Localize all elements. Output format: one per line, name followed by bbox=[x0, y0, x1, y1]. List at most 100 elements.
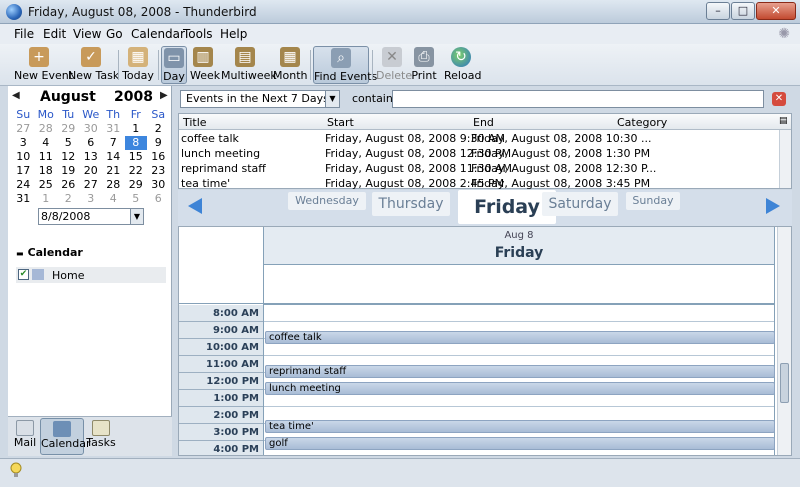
minicalendar-day[interactable]: 31 bbox=[12, 192, 35, 206]
column-end[interactable]: End bbox=[473, 116, 494, 129]
column-category[interactable]: Category bbox=[617, 116, 667, 129]
calendar-event[interactable]: tea time' bbox=[265, 420, 775, 433]
minicalendar-day[interactable]: 11 bbox=[35, 150, 58, 164]
minicalendar-day[interactable]: 2 bbox=[57, 192, 80, 206]
day-view-button[interactable]: ▭ Day bbox=[161, 46, 187, 84]
month-view-button[interactable]: ▦ Month bbox=[273, 46, 307, 84]
calendar-mode-button[interactable]: Calendar bbox=[40, 418, 90, 455]
prev-month-button[interactable]: ◀ bbox=[12, 90, 20, 101]
tasks-mode-button[interactable]: Tasks bbox=[86, 418, 116, 455]
menu-go[interactable]: Go bbox=[106, 27, 123, 41]
minimize-button[interactable]: – bbox=[706, 2, 730, 20]
minicalendar-day[interactable]: 30 bbox=[80, 122, 103, 136]
calendar-event[interactable]: reprimand staff bbox=[265, 365, 775, 378]
print-button[interactable]: ⎙ Print bbox=[411, 46, 437, 84]
maximize-button[interactable]: □ bbox=[731, 2, 755, 20]
minicalendar-day[interactable]: 16 bbox=[147, 150, 170, 164]
menu-edit[interactable]: Edit bbox=[43, 27, 66, 41]
day-time-grid[interactable] bbox=[263, 305, 775, 455]
minicalendar-day[interactable]: 22 bbox=[125, 164, 148, 178]
menu-help[interactable]: Help bbox=[220, 27, 247, 41]
minicalendar-day[interactable]: 21 bbox=[102, 164, 125, 178]
minicalendar-day[interactable]: 30 bbox=[147, 178, 170, 192]
event-list-row[interactable]: tea time' Friday, August 08, 2008 2:45 P… bbox=[179, 176, 779, 191]
minicalendar-day[interactable]: 9 bbox=[147, 136, 170, 150]
minicalendar-day[interactable]: 6 bbox=[147, 192, 170, 206]
minicalendar-day[interactable]: 15 bbox=[125, 150, 148, 164]
event-search-input[interactable] bbox=[392, 90, 764, 108]
collapse-twisty-icon[interactable]: ▬ bbox=[16, 249, 24, 258]
minicalendar-day[interactable]: 26 bbox=[57, 178, 80, 192]
minicalendar-day[interactable]: 29 bbox=[125, 178, 148, 192]
multiweek-view-button[interactable]: ▤ Multiweek bbox=[221, 46, 277, 84]
minicalendar-day[interactable]: 1 bbox=[35, 192, 58, 206]
next-month-button[interactable]: ▶ bbox=[160, 90, 168, 101]
minicalendar-day[interactable]: 28 bbox=[102, 178, 125, 192]
minicalendar-day[interactable]: 10 bbox=[12, 150, 35, 164]
day-tab-saturday[interactable]: Saturday bbox=[542, 192, 618, 216]
minicalendar-day[interactable]: 20 bbox=[80, 164, 103, 178]
minicalendar-day[interactable]: 17 bbox=[12, 164, 35, 178]
calendar-event[interactable]: golf bbox=[265, 437, 775, 450]
previous-day-arrow-icon[interactable] bbox=[188, 198, 202, 214]
day-tab-thursday[interactable]: Thursday bbox=[372, 192, 450, 216]
close-button[interactable]: ✕ bbox=[756, 2, 796, 20]
new-event-button[interactable]: + New Event bbox=[14, 46, 73, 84]
minicalendar-day[interactable]: 24 bbox=[12, 178, 35, 192]
day-tab-wednesday[interactable]: Wednesday bbox=[288, 192, 366, 210]
minicalendar-day[interactable]: 13 bbox=[80, 150, 103, 164]
column-title[interactable]: Title bbox=[183, 116, 207, 129]
minicalendar-day[interactable]: 27 bbox=[12, 122, 35, 136]
event-list-row[interactable]: coffee talk Friday, August 08, 2008 9:30… bbox=[179, 131, 779, 146]
new-task-button[interactable]: ✓ New Task bbox=[68, 46, 119, 84]
event-list-row[interactable]: lunch meeting Friday, August 08, 2008 12… bbox=[179, 146, 779, 161]
minicalendar-day[interactable]: 3 bbox=[12, 136, 35, 150]
clear-search-icon[interactable]: ✕ bbox=[772, 92, 786, 106]
delete-button[interactable]: ✕ Delete bbox=[376, 46, 412, 84]
date-field[interactable]: 8/8/2008 ▼ bbox=[38, 208, 144, 225]
minicalendar-day[interactable]: 23 bbox=[147, 164, 170, 178]
column-picker-icon[interactable]: ▤ bbox=[779, 116, 788, 126]
event-filter-select[interactable]: Events in the Next 7 Days ▼ bbox=[180, 90, 340, 108]
minicalendar-day[interactable]: 31 bbox=[102, 122, 125, 136]
calendar-home-checkbox[interactable]: ✔ bbox=[18, 269, 29, 280]
menu-view[interactable]: View bbox=[73, 27, 101, 41]
minicalendar-day[interactable]: 4 bbox=[102, 192, 125, 206]
today-button[interactable]: ▦ Today bbox=[122, 46, 154, 84]
calendar-event[interactable]: coffee talk bbox=[265, 331, 775, 344]
minicalendar-day[interactable]: 6 bbox=[80, 136, 103, 150]
reload-button[interactable]: ↻ Reload bbox=[444, 46, 481, 84]
menu-file[interactable]: File bbox=[14, 27, 34, 41]
minicalendar-day[interactable]: 5 bbox=[57, 136, 80, 150]
minicalendar-day[interactable]: 12 bbox=[57, 150, 80, 164]
menu-tools[interactable]: Tools bbox=[183, 27, 213, 41]
minicalendar-day[interactable]: 14 bbox=[102, 150, 125, 164]
event-list-scrollbar[interactable] bbox=[779, 130, 791, 188]
week-view-button[interactable]: ▥ Week bbox=[190, 46, 220, 84]
next-day-arrow-icon[interactable] bbox=[766, 198, 780, 214]
minicalendar-day[interactable]: 27 bbox=[80, 178, 103, 192]
minicalendar-day[interactable]: 4 bbox=[35, 136, 58, 150]
minicalendar-day[interactable]: 8 bbox=[124, 136, 147, 150]
minicalendar-day[interactable]: 29 bbox=[57, 122, 80, 136]
minicalendar-day[interactable]: 1 bbox=[125, 122, 148, 136]
calendar-list-heading[interactable]: ▬ Calendar bbox=[16, 246, 83, 259]
menu-calendar[interactable]: Calendar bbox=[131, 27, 185, 41]
minicalendar-day[interactable]: 25 bbox=[35, 178, 58, 192]
minicalendar-day[interactable]: 5 bbox=[125, 192, 148, 206]
scrollbar-thumb[interactable] bbox=[780, 363, 789, 403]
event-list-row[interactable]: reprimand staff Friday, August 08, 2008 … bbox=[179, 161, 779, 176]
find-events-button[interactable]: ⌕ Find Events bbox=[313, 46, 377, 84]
minicalendar-day[interactable]: 7 bbox=[102, 136, 125, 150]
all-day-area[interactable] bbox=[263, 265, 775, 305]
minicalendar-day[interactable]: 19 bbox=[57, 164, 80, 178]
minicalendar-day[interactable]: 18 bbox=[35, 164, 58, 178]
mail-mode-button[interactable]: Mail bbox=[12, 418, 38, 455]
minicalendar-day[interactable]: 3 bbox=[80, 192, 103, 206]
minicalendar-day[interactable]: 28 bbox=[35, 122, 58, 136]
column-start[interactable]: Start bbox=[327, 116, 354, 129]
date-dropdown-icon[interactable]: ▼ bbox=[130, 209, 143, 224]
calendar-event[interactable]: lunch meeting bbox=[265, 382, 775, 395]
day-tab-sunday[interactable]: Sunday bbox=[626, 192, 680, 210]
day-view-scrollbar[interactable] bbox=[777, 227, 791, 455]
